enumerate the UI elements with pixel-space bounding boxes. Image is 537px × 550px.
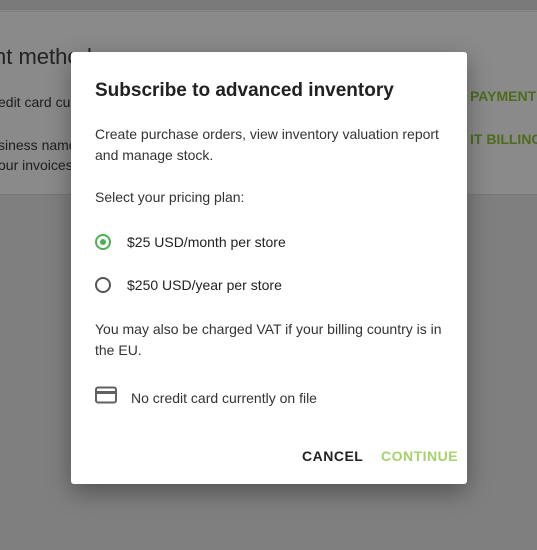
background-name-text: siness name [0, 137, 77, 153]
card-status-text: No credit card currently on file [131, 389, 317, 406]
card-status-row: No credit card currently on file [95, 386, 317, 409]
credit-card-icon [95, 386, 117, 409]
background-payment-link: PAYMENT [470, 88, 537, 104]
plan-yearly-label: $250 USD/year per store [127, 277, 282, 293]
pricing-plan-label: Select your pricing plan: [95, 189, 245, 205]
dialog-title: Subscribe to advanced inventory [95, 80, 394, 101]
dialog-description: Create purchase orders, view inventory v… [95, 126, 439, 163]
radio-checked-icon[interactable] [95, 234, 111, 250]
plan-option-monthly[interactable]: $25 USD/month per store [95, 231, 286, 253]
subscribe-dialog: Subscribe to advanced inventory Create p… [71, 52, 467, 484]
plan-option-yearly[interactable]: $250 USD/year per store [95, 274, 282, 296]
background-topbar [0, 0, 537, 11]
plan-monthly-label: $25 USD/month per store [127, 234, 286, 250]
vat-note: You may also be charged VAT if your bill… [95, 321, 442, 358]
continue-button[interactable]: CONTINUE [381, 448, 458, 464]
background-billing-link: IT BILLING [470, 131, 537, 147]
cancel-button[interactable]: CANCEL [302, 448, 363, 464]
radio-unchecked-icon[interactable] [95, 277, 111, 293]
background-card-text: edit card cur [0, 94, 76, 110]
background-invoices-text: our invoices [0, 157, 73, 173]
